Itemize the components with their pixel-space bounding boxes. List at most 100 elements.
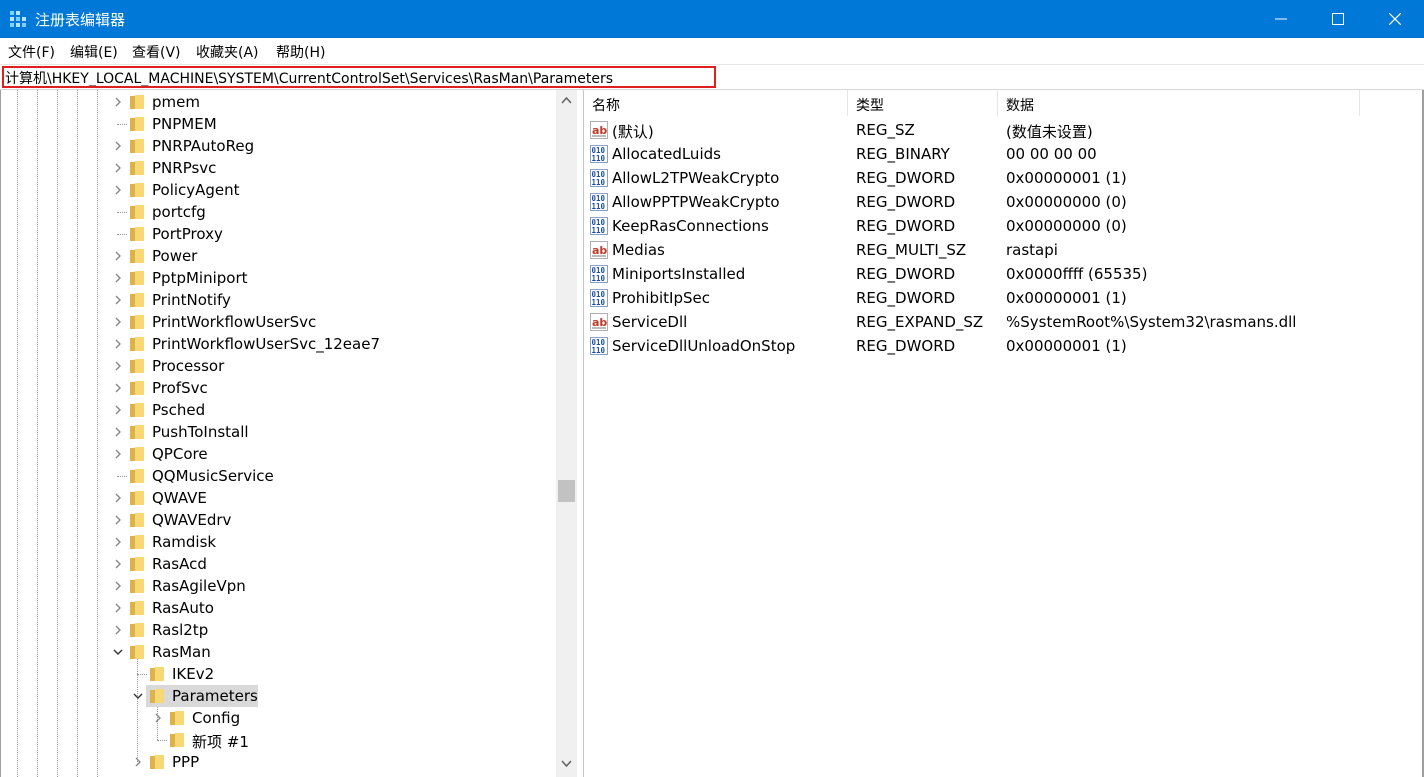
value-row[interactable]: 010 110 AllocatedLuids REG_BINARY 00 00 00 0… [584, 142, 1422, 166]
value-row[interactable]: 010 110 AllowL2TPWeakCrypto REG_DWORD 0x0000… [584, 166, 1422, 190]
tree-item-label: Psched [152, 401, 206, 419]
tree-item[interactable]: ProfSvc [1, 377, 557, 399]
tree-item[interactable]: Psched [1, 399, 557, 421]
tree-item[interactable]: QWAVEdrv [1, 509, 557, 531]
key-tree[interactable]: pmem PNPMEM PNRPAutoReg PNRPsvc PolicyAgent p… [0, 90, 577, 777]
tree-item[interactable]: Ramdisk [1, 531, 557, 553]
values-list[interactable]: 名称 类型 数据 ab (默认) REG_SZ (数值未设置) 010 110 Alloca… [584, 90, 1422, 777]
value-data: 0x00000001 (1) [1006, 169, 1127, 187]
tree-item[interactable]: PolicyAgent [1, 179, 557, 201]
tree-item-label: PrintNotify [152, 291, 231, 309]
svg-text:ab: ab [592, 244, 607, 257]
chevron-right-icon[interactable] [112, 535, 124, 549]
tree-item[interactable]: IKEv2 [1, 663, 557, 685]
tree-item[interactable]: PPP [1, 751, 557, 773]
tree-item[interactable]: Power [1, 245, 557, 267]
menu-edit[interactable]: 编辑(E) [70, 42, 118, 62]
tree-item[interactable]: RasAuto [1, 597, 557, 619]
title-bar[interactable]: 注册表编辑器 [0, 0, 1424, 38]
tree-item[interactable]: Parameters [1, 685, 557, 707]
column-header-name[interactable]: 名称 [584, 90, 846, 118]
chevron-right-icon[interactable] [112, 139, 124, 153]
menu-file[interactable]: 文件(F) [8, 42, 55, 62]
registry-editor-icon [10, 11, 26, 27]
tree-item[interactable]: PortProxy [1, 223, 557, 245]
tree-item-label: QQMusicService [152, 467, 274, 485]
chevron-right-icon[interactable] [112, 359, 124, 373]
tree-item[interactable]: PushToInstall [1, 421, 557, 443]
chevron-right-icon[interactable] [112, 513, 124, 527]
chevron-right-icon[interactable] [112, 579, 124, 593]
chevron-right-icon[interactable] [112, 337, 124, 351]
tree-item[interactable]: Rasl2tp [1, 619, 557, 641]
minimize-button[interactable] [1253, 0, 1310, 38]
value-data: 0x00000000 (0) [1006, 217, 1127, 235]
chevron-down-icon[interactable] [112, 645, 124, 659]
folder-icon [130, 205, 144, 219]
tree-item[interactable]: pmem [1, 91, 557, 113]
tree-item[interactable]: PNRPAutoReg [1, 135, 557, 157]
chevron-right-icon[interactable] [112, 623, 124, 637]
chevron-right-icon[interactable] [112, 601, 124, 615]
column-header-data[interactable]: 数据 [998, 90, 1358, 118]
chevron-right-icon[interactable] [152, 711, 164, 725]
chevron-right-icon[interactable] [112, 403, 124, 417]
menu-favorites[interactable]: 收藏夹(A) [196, 42, 259, 62]
value-row[interactable]: 010 110 ProhibitIpSec REG_DWORD 0x00000001 (… [584, 286, 1422, 310]
tree-item[interactable]: RasAcd [1, 553, 557, 575]
tree-scrollbar[interactable] [556, 90, 577, 777]
chevron-right-icon[interactable] [112, 293, 124, 307]
chevron-right-icon[interactable] [112, 161, 124, 175]
chevron-right-icon[interactable] [132, 755, 144, 769]
chevron-right-icon[interactable] [112, 381, 124, 395]
scroll-up-icon[interactable] [561, 96, 572, 104]
chevron-right-icon[interactable] [112, 183, 124, 197]
tree-item[interactable]: QPCore [1, 443, 557, 465]
chevron-down-icon[interactable] [132, 689, 144, 703]
chevron-right-icon[interactable] [112, 249, 124, 263]
tree-item[interactable]: PNPMEM [1, 113, 557, 135]
value-row[interactable]: ab ServiceDll REG_EXPAND_SZ %SystemRoot%\Sy… [584, 310, 1422, 334]
scroll-thumb[interactable] [558, 480, 575, 502]
menu-view[interactable]: 查看(V) [132, 42, 181, 62]
tree-item[interactable]: PrintWorkflowUserSvc [1, 311, 557, 333]
close-button[interactable] [1367, 0, 1424, 38]
maximize-icon [1332, 13, 1344, 25]
scroll-down-icon[interactable] [561, 760, 572, 768]
tree-item[interactable]: PptpMiniport [1, 267, 557, 289]
value-row[interactable]: 010 110 AllowPPTPWeakCrypto REG_DWORD 0x0000… [584, 190, 1422, 214]
value-row[interactable]: ab Medias REG_MULTI_SZ rastapi [584, 238, 1422, 262]
tree-item[interactable]: portcfg [1, 201, 557, 223]
tree-item[interactable]: QWAVE [1, 487, 557, 509]
chevron-right-icon[interactable] [112, 271, 124, 285]
value-row[interactable]: ab (默认) REG_SZ (数值未设置) [584, 118, 1422, 142]
value-type: REG_MULTI_SZ [856, 241, 967, 259]
value-row[interactable]: 010 110 KeepRasConnections REG_DWORD 0x00000… [584, 214, 1422, 238]
chevron-right-icon[interactable] [112, 95, 124, 109]
tree-item[interactable]: PrintWorkflowUserSvc_12eae7 [1, 333, 557, 355]
chevron-right-icon[interactable] [112, 447, 124, 461]
pane-splitter[interactable] [577, 90, 584, 777]
tree-item[interactable]: QQMusicService [1, 465, 557, 487]
chevron-right-icon[interactable] [112, 315, 124, 329]
value-row[interactable]: 010 110 ServiceDllUnloadOnStop REG_DWORD 0x0… [584, 334, 1422, 358]
address-bar[interactable]: 计算机\HKEY_LOCAL_MACHINE\SYSTEM\CurrentCon… [0, 64, 1424, 90]
chevron-right-icon[interactable] [112, 425, 124, 439]
chevron-right-icon[interactable] [112, 557, 124, 571]
chevron-right-icon[interactable] [112, 491, 124, 505]
tree-item[interactable]: PNRPsvc [1, 157, 557, 179]
tree-item-label: Ramdisk [152, 533, 217, 551]
tree-item[interactable]: RasAgileVpn [1, 575, 557, 597]
tree-item[interactable]: PrintNotify [1, 289, 557, 311]
tree-item[interactable]: Processor [1, 355, 557, 377]
column-separator[interactable] [1359, 90, 1360, 116]
tree-item[interactable]: Config [1, 707, 557, 729]
tree-item-label: PptpMiniport [152, 269, 248, 287]
tree-item[interactable]: RasMan [1, 641, 557, 663]
tree-item[interactable]: 新项 #1 [1, 729, 557, 751]
svg-text:110: 110 [592, 202, 606, 211]
menu-help[interactable]: 帮助(H) [276, 42, 325, 62]
value-row[interactable]: 010 110 MiniportsInstalled REG_DWORD 0x0000f… [584, 262, 1422, 286]
column-header-type[interactable]: 类型 [848, 90, 998, 118]
maximize-button[interactable] [1310, 0, 1367, 38]
